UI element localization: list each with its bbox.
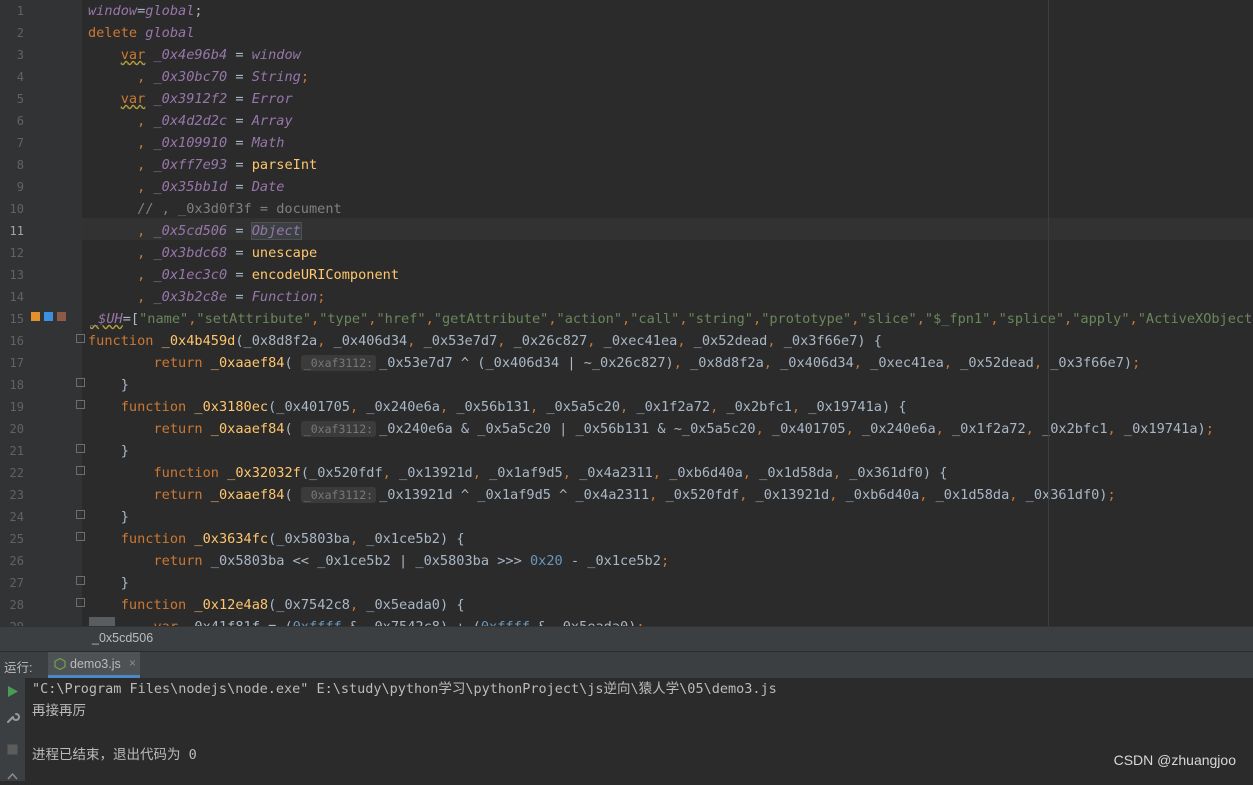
code-line: window=global; bbox=[88, 3, 203, 19]
code-line: function _0x12e4a8(_0x7542c8, _0x5eada0)… bbox=[120, 597, 465, 613]
code-line: return _0xaaef84( _0xaf3112: _0x240e6a & … bbox=[153, 421, 1214, 437]
code-line: _$UH=["name","setAttribute","type","href… bbox=[90, 311, 1253, 327]
line-number: 22 bbox=[9, 466, 24, 480]
line-number: 15 bbox=[9, 312, 24, 326]
code-line: , _0x3b2c8e = Function; bbox=[137, 289, 326, 305]
right-margin-guide bbox=[1048, 0, 1049, 626]
run-toolbar bbox=[0, 678, 25, 781]
param-hint: _0xaf3112: bbox=[300, 421, 377, 437]
code-line: var _0x3912f2 = Error bbox=[120, 91, 293, 107]
param-hint: _0xaf3112: bbox=[300, 355, 377, 371]
line-number: 23 bbox=[9, 488, 24, 502]
line-number: 14 bbox=[9, 290, 24, 304]
code-line: , _0x30bc70 = String; bbox=[137, 69, 310, 85]
close-icon[interactable]: × bbox=[129, 656, 136, 670]
line-number: 12 bbox=[9, 246, 24, 260]
console-output-line: 再接再厉 bbox=[32, 703, 86, 719]
code-line: , _0x5cd506 = Object bbox=[137, 222, 302, 240]
code-line: } bbox=[88, 377, 129, 393]
fold-marker-icon[interactable] bbox=[76, 598, 85, 607]
breadcrumb-label[interactable]: _0x5cd506 bbox=[92, 631, 153, 645]
code-line: , _0x4d2d2c = Array bbox=[137, 113, 293, 129]
line-number: 20 bbox=[9, 422, 24, 436]
line-number: 1 bbox=[16, 4, 24, 18]
line-number: 21 bbox=[9, 444, 24, 458]
scrollbar-thumb[interactable] bbox=[89, 617, 115, 626]
line-number: 5 bbox=[16, 92, 24, 106]
line-number: 11 bbox=[9, 224, 24, 238]
fold-marker-icon[interactable] bbox=[76, 444, 85, 453]
console-output[interactable]: "C:\Program Files\nodejs\node.exe" E:\st… bbox=[0, 678, 1253, 781]
rerun-icon[interactable] bbox=[5, 684, 20, 699]
line-number: 19 bbox=[9, 400, 24, 414]
code-editor[interactable]: 1 2 3 4 5 6 7 8 9 10 11 12 13 14 15 16 1… bbox=[0, 0, 1253, 626]
code-line: , _0x3bdc68 = unescape bbox=[137, 245, 318, 261]
stop-icon[interactable] bbox=[5, 742, 20, 757]
line-number: 27 bbox=[9, 576, 24, 590]
code-line: function _0x3180ec(_0x401705, _0x240e6a,… bbox=[120, 399, 907, 415]
line-number: 26 bbox=[9, 554, 24, 568]
line-number: 29 bbox=[0, 616, 24, 626]
fold-marker-icon[interactable] bbox=[76, 576, 85, 585]
watermark: CSDN @zhuangjoo bbox=[1113, 752, 1236, 768]
code-line: } bbox=[88, 575, 129, 591]
fold-marker-icon[interactable] bbox=[76, 378, 85, 387]
code-line: // , _0x3d0f3f = document bbox=[137, 201, 342, 217]
line-number: 18 bbox=[9, 378, 24, 392]
code-line: , _0x1ec3c0 = encodeURIComponent bbox=[137, 267, 400, 283]
line-number: 2 bbox=[16, 26, 24, 40]
code-line: var _0x41f81f = (0xffff & _0x7542c8) + (… bbox=[88, 616, 644, 626]
line-number-gutter: 1 2 3 4 5 6 7 8 9 10 11 12 13 14 15 16 1… bbox=[0, 0, 82, 626]
code-line: var _0x4e96b4 = window bbox=[120, 47, 301, 63]
code-line: , _0x109910 = Math bbox=[137, 135, 285, 151]
run-label: 运行: bbox=[4, 661, 33, 675]
nodejs-icon bbox=[54, 658, 66, 670]
fold-marker-icon[interactable] bbox=[76, 466, 85, 475]
code-line: return _0x5803ba << _0x1ce5b2 | _0x5803b… bbox=[153, 553, 670, 569]
code-line: return _0xaaef84( _0xaf3112: _0x13921d ^ … bbox=[153, 487, 1116, 503]
color-swatch-icon bbox=[44, 312, 53, 321]
code-line: , _0xff7e93 = parseInt bbox=[137, 157, 318, 173]
fold-marker-icon[interactable] bbox=[76, 334, 85, 343]
wrench-icon[interactable] bbox=[5, 710, 20, 725]
color-swatch-icon bbox=[31, 312, 40, 321]
line-number: 24 bbox=[9, 510, 24, 524]
line-number: 8 bbox=[16, 158, 24, 172]
line-number: 13 bbox=[9, 268, 24, 282]
code-line: } bbox=[88, 509, 129, 525]
run-tab-label: demo3.js bbox=[70, 657, 121, 671]
color-swatch-icon bbox=[57, 312, 66, 321]
fold-marker-icon[interactable] bbox=[76, 532, 85, 541]
line-number: 6 bbox=[16, 114, 24, 128]
line-number: 9 bbox=[16, 180, 24, 194]
line-number: 16 bbox=[9, 334, 24, 348]
code-line: return _0xaaef84( _0xaf3112: _0x53e7d7 ^ … bbox=[153, 355, 1141, 371]
code-line: , _0x35bb1d = Date bbox=[137, 179, 285, 195]
code-line: function _0x3634fc(_0x5803ba, _0x1ce5b2)… bbox=[120, 531, 465, 547]
console-command-line: "C:\Program Files\nodejs\node.exe" E:\st… bbox=[32, 681, 777, 697]
code-line: delete global bbox=[88, 25, 195, 41]
run-tool-window-header: 运行: demo3.js × bbox=[0, 651, 1253, 678]
code-line: } bbox=[88, 443, 129, 459]
code-line: function _0x4b459d(_0x8d8f2a, _0x406d34,… bbox=[88, 333, 882, 349]
breadcrumb[interactable]: _0x5cd506 bbox=[0, 626, 1253, 651]
console-exit-message: 进程已结束，退出代码为 0 bbox=[32, 747, 197, 763]
line-number: 25 bbox=[9, 532, 24, 546]
fold-marker-icon[interactable] bbox=[76, 400, 85, 409]
line-number: 17 bbox=[9, 356, 24, 370]
line-number: 7 bbox=[16, 136, 24, 150]
scroll-up-icon[interactable] bbox=[5, 770, 20, 785]
run-tab-demo3[interactable]: demo3.js × bbox=[48, 652, 140, 678]
line-number: 3 bbox=[16, 48, 24, 62]
line-number: 4 bbox=[16, 70, 24, 84]
param-hint: _0xaf3112: bbox=[300, 487, 377, 503]
fold-marker-icon[interactable] bbox=[76, 510, 85, 519]
line-number: 10 bbox=[9, 202, 24, 216]
code-line: function _0x32032f(_0x520fdf, _0x13921d,… bbox=[153, 465, 948, 481]
line-number: 28 bbox=[9, 598, 24, 612]
